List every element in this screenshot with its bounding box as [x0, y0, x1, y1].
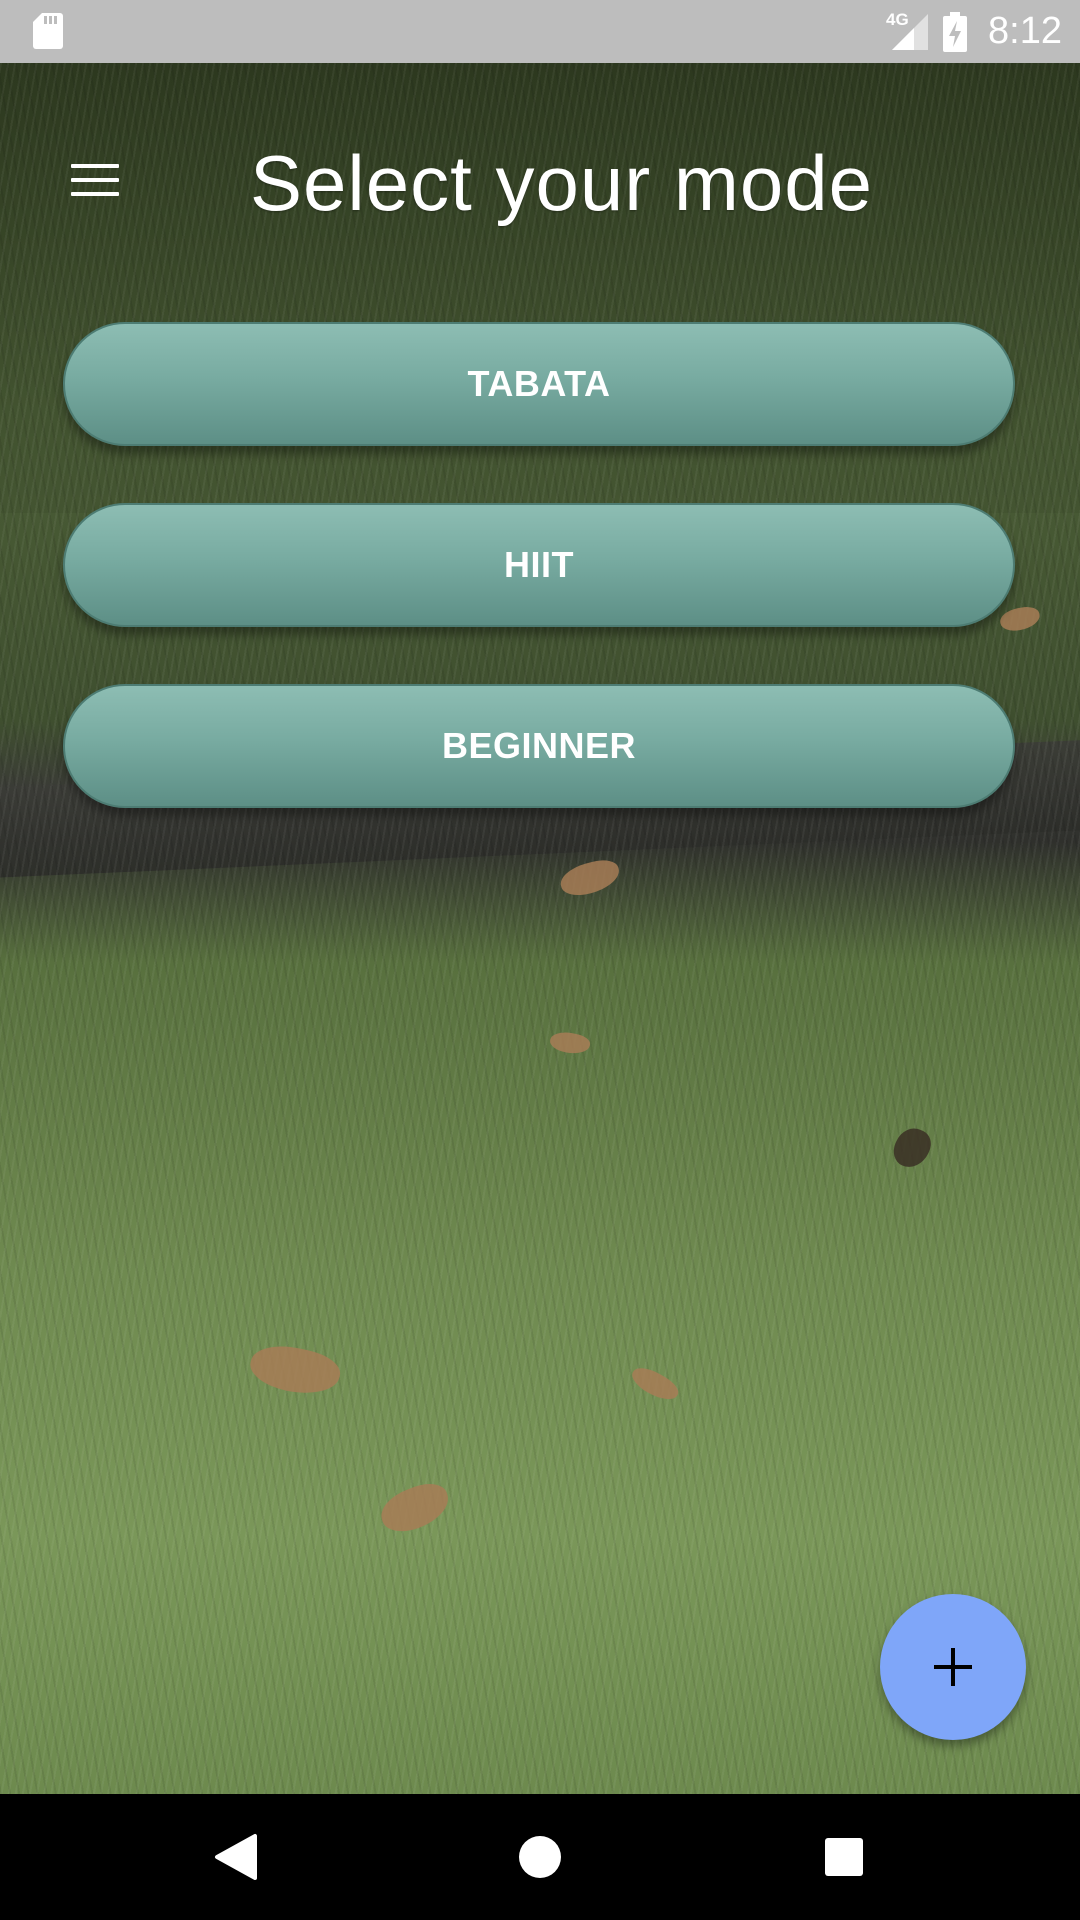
navigation-bar — [0, 1794, 1080, 1920]
status-bar: 4G 8:12 — [0, 0, 1080, 63]
battery-charging-icon — [943, 11, 968, 52]
sd-card-icon — [33, 13, 63, 49]
status-time: 8:12 — [988, 10, 1062, 52]
signal-indicator: 4G — [884, 9, 930, 52]
hiit-button[interactable]: HIIT — [63, 503, 1015, 627]
add-mode-fab[interactable] — [880, 1594, 1026, 1740]
menu-button[interactable] — [52, 140, 138, 220]
back-button[interactable] — [176, 1794, 296, 1920]
app-screen: 4G 8:12 Select your mode TABATA HIIT BEG… — [0, 0, 1080, 1920]
plus-icon — [934, 1648, 972, 1686]
beginner-button[interactable]: BEGINNER — [63, 684, 1015, 808]
home-button[interactable] — [480, 1794, 600, 1920]
status-right: 4G 8:12 — [884, 0, 1062, 63]
hamburger-menu-icon — [71, 164, 119, 196]
recents-button[interactable] — [784, 1794, 904, 1920]
home-icon — [519, 1836, 561, 1878]
network-type: 4G — [886, 9, 909, 29]
tabata-button[interactable]: TABATA — [63, 322, 1015, 446]
page-title: Select your mode — [250, 139, 873, 227]
recents-icon — [825, 1838, 863, 1876]
back-icon — [215, 1834, 257, 1880]
